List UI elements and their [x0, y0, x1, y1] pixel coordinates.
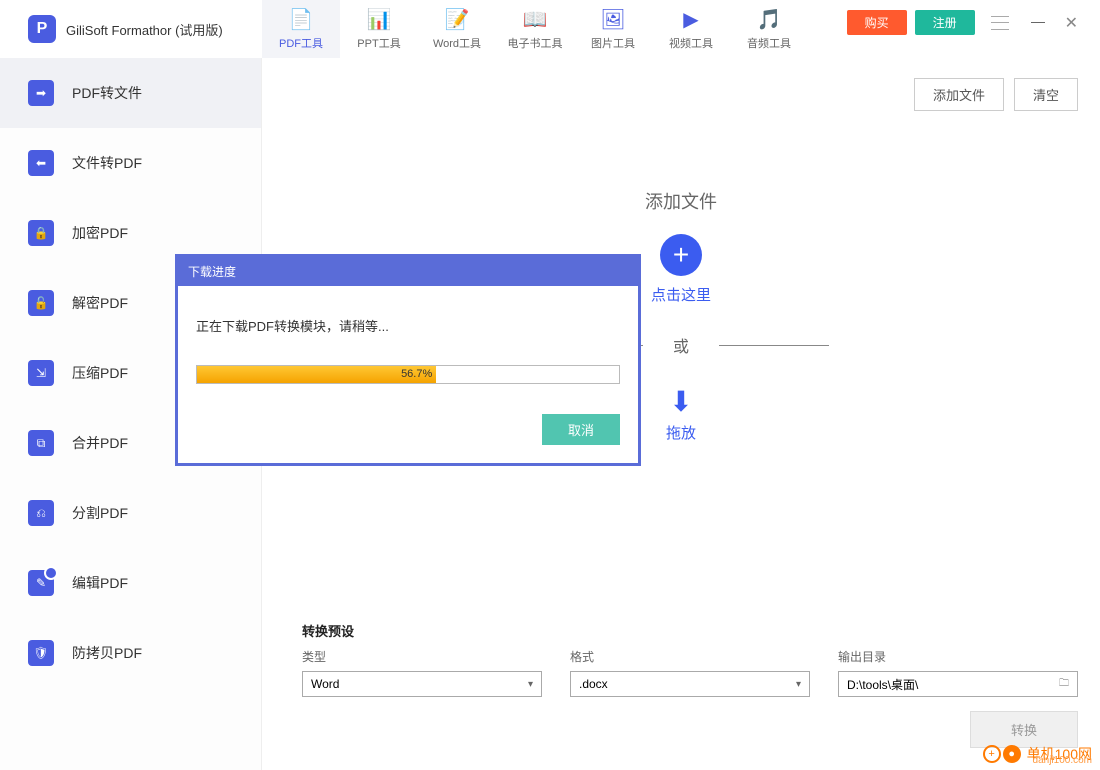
- cancel-button[interactable]: 取消: [542, 414, 620, 445]
- content-actions: 添加文件 清空: [914, 78, 1078, 111]
- folder-icon: 🗀: [1059, 676, 1069, 693]
- format-select[interactable]: .docx ▾: [570, 671, 810, 697]
- progress-percent: 56.7%: [401, 366, 436, 383]
- video-icon: ▶: [683, 7, 698, 32]
- outdir-label: 输出目录: [838, 648, 1078, 665]
- logo-area: P GiliSoft Formathor (试用版): [0, 15, 262, 43]
- pdf-icon: 📄: [289, 7, 314, 32]
- window-controls: 购买 注册 ✕: [831, 0, 1100, 45]
- dialog-title: 下载进度: [178, 257, 638, 286]
- download-progress-dialog: 下载进度 正在下载PDF转换模块，请稍等... 56.7% 取消: [175, 254, 641, 466]
- site-watermark: +● 单机100网 danji100.com: [983, 744, 1092, 764]
- type-select[interactable]: Word ▾: [302, 671, 542, 697]
- convert-button[interactable]: 转换: [970, 711, 1078, 748]
- progress-bar: 56.7%: [196, 365, 620, 384]
- unlock-icon: 🔓: [28, 290, 54, 316]
- tab-word-tools[interactable]: 📝 Word工具: [418, 0, 496, 58]
- format-label: 格式: [570, 648, 810, 665]
- edit-icon: ✎: [28, 570, 54, 596]
- title-bar: P GiliSoft Formathor (试用版) 📄 PDF工具 📊 PPT…: [0, 0, 1100, 58]
- chevron-down-icon: ▾: [528, 679, 533, 690]
- buy-button[interactable]: 购买: [847, 10, 907, 35]
- image-icon: 🖼: [600, 7, 625, 32]
- menu-icon[interactable]: [991, 16, 1009, 30]
- tab-image-tools[interactable]: 🖼 图片工具: [574, 0, 652, 58]
- minimize-icon[interactable]: [1031, 22, 1045, 23]
- sidebar-item-pdf-to-file[interactable]: ➡ PDF转文件: [0, 58, 261, 128]
- outdir-input[interactable]: D:\tools\桌面\ 🗀: [838, 671, 1078, 697]
- tab-pdf-tools[interactable]: 📄 PDF工具: [262, 0, 340, 58]
- app-title: GiliSoft Formathor (试用版): [66, 20, 223, 39]
- watermark-icon: +●: [983, 745, 1021, 763]
- add-file-button[interactable]: 添加文件: [914, 78, 1004, 111]
- sidebar-item-split-pdf[interactable]: ⎌ 分割PDF: [0, 478, 261, 548]
- dialog-message: 正在下载PDF转换模块，请稍等...: [196, 316, 620, 335]
- ebook-icon: 📖: [523, 7, 548, 32]
- ppt-icon: 📊: [367, 7, 392, 32]
- merge-icon: ⧉: [28, 430, 54, 456]
- shield-icon: 🛡: [28, 640, 54, 666]
- word-icon: 📝: [445, 7, 470, 32]
- conversion-preset: 转换预设 类型 Word ▾ 格式 .docx ▾: [302, 621, 1078, 748]
- sidebar-item-anticopy-pdf[interactable]: 🛡 防拷贝PDF: [0, 618, 261, 688]
- chevron-down-icon: ▾: [796, 679, 801, 690]
- tab-audio-tools[interactable]: 🎵 音频工具: [730, 0, 808, 58]
- export-icon: ➡: [28, 80, 54, 106]
- lock-icon: 🔒: [28, 220, 54, 246]
- preset-title: 转换预设: [302, 621, 1078, 640]
- add-file-plus-icon[interactable]: +: [660, 234, 702, 276]
- tab-ebook-tools[interactable]: 📖 电子书工具: [496, 0, 574, 58]
- import-icon: ⬅: [28, 150, 54, 176]
- close-icon[interactable]: ✕: [1059, 13, 1084, 33]
- audio-icon: 🎵: [757, 7, 782, 32]
- sidebar-item-edit-pdf[interactable]: ✎ 编辑PDF: [0, 548, 261, 618]
- type-label: 类型: [302, 648, 542, 665]
- split-icon: ⎌: [28, 500, 54, 526]
- app-logo-icon: P: [28, 15, 56, 43]
- register-button[interactable]: 注册: [915, 10, 975, 35]
- clear-button[interactable]: 清空: [1014, 78, 1078, 111]
- compress-icon: ⇲: [28, 360, 54, 386]
- top-tab-bar: 📄 PDF工具 📊 PPT工具 📝 Word工具 📖 电子书工具 🖼 图片工具 …: [262, 0, 808, 58]
- dropzone-title: 添加文件: [431, 188, 931, 214]
- tab-ppt-tools[interactable]: 📊 PPT工具: [340, 0, 418, 58]
- sidebar-item-file-to-pdf[interactable]: ⬅ 文件转PDF: [0, 128, 261, 198]
- tab-video-tools[interactable]: ▶ 视频工具: [652, 0, 730, 58]
